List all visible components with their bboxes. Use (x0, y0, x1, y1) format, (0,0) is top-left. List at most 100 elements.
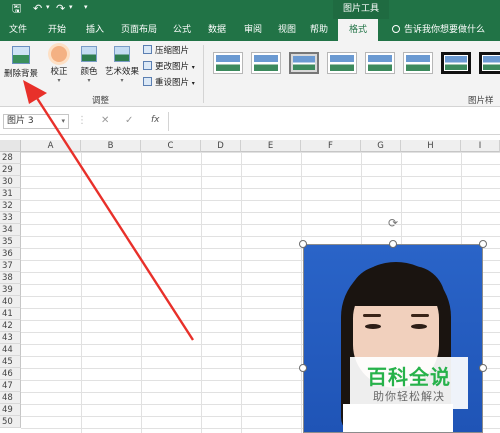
chevron-down-icon[interactable]: ▾ (61, 115, 65, 128)
ribbon-tabs: 文件 开始 插入 页面布局 公式 数据 审阅 视图 帮助 格式 告诉我你想要做什… (0, 19, 500, 41)
resize-handle[interactable] (299, 364, 307, 372)
name-box[interactable]: 图片 3 ▾ (3, 114, 69, 129)
customize-toolbar-icon[interactable]: ▾ (84, 3, 88, 11)
worksheet-grid[interactable]: A B C D E F G H I 28 29 30 31 32 33 34 3… (0, 140, 500, 433)
tab-help[interactable]: 帮助 (302, 19, 336, 41)
row-header[interactable]: 38 (0, 272, 21, 284)
search-icon (392, 25, 400, 33)
undo-dropdown-icon[interactable]: ▾ (46, 3, 50, 11)
column-header-f[interactable]: F (301, 140, 361, 152)
cancel-icon[interactable]: ✕ (101, 115, 109, 126)
tab-insert[interactable]: 插入 (78, 19, 112, 41)
row-header[interactable]: 34 (0, 224, 21, 236)
resize-handle[interactable] (389, 240, 397, 248)
corrections-button[interactable]: 校正 ▾ (44, 46, 74, 84)
tab-formulas[interactable]: 公式 (165, 19, 199, 41)
row-header[interactable]: 30 (0, 176, 21, 188)
bangs (349, 266, 445, 306)
column-header-b[interactable]: B (81, 140, 141, 152)
column-header-d[interactable]: D (201, 140, 241, 152)
picture-style-1[interactable] (213, 52, 243, 74)
redo-icon[interactable]: ↷ (56, 2, 65, 16)
tell-me-search[interactable]: 告诉我你想要做什么 (392, 19, 485, 41)
color-label: 颜色 (80, 67, 98, 77)
row-header[interactable]: 45 (0, 356, 21, 368)
tab-view[interactable]: 视图 (270, 19, 304, 41)
resize-handle[interactable] (479, 240, 487, 248)
picture-style-2[interactable] (251, 52, 281, 74)
grid-line (141, 152, 142, 433)
insert-function-icon[interactable]: fx (151, 115, 160, 125)
adjust-group-label: 调整 (92, 96, 110, 106)
corrections-label: 校正 (50, 67, 68, 77)
reset-picture-button[interactable]: 重设图片 ▾ (143, 77, 195, 90)
column-header-g[interactable]: G (361, 140, 401, 152)
row-header[interactable]: 28 (0, 152, 21, 164)
row-header[interactable]: 33 (0, 212, 21, 224)
group-divider (203, 45, 204, 103)
tab-format[interactable]: 格式 (338, 19, 378, 41)
column-header-c[interactable]: C (141, 140, 201, 152)
rotate-handle-icon[interactable]: ⟳ (386, 217, 400, 231)
picture-style-6[interactable] (403, 52, 433, 74)
row-header[interactable]: 49 (0, 404, 21, 416)
title-bar: 🖫 ↶ ▾ ↷ ▾ ▾ 图片工具 (0, 0, 500, 19)
resize-handle[interactable] (479, 364, 487, 372)
compress-pictures-label: 压缩图片 (155, 46, 190, 56)
row-header[interactable]: 31 (0, 188, 21, 200)
sun-icon (51, 46, 67, 62)
eye (411, 324, 427, 329)
tab-page-layout[interactable]: 页面布局 (114, 19, 164, 41)
change-picture-button[interactable]: 更改图片 ▾ (143, 61, 195, 74)
row-header[interactable]: 32 (0, 200, 21, 212)
tab-review[interactable]: 审阅 (236, 19, 270, 41)
column-header-e[interactable]: E (241, 140, 301, 152)
tab-data[interactable]: 数据 (200, 19, 234, 41)
resize-handle[interactable] (299, 240, 307, 248)
chevron-down-icon: ▾ (57, 77, 61, 84)
reset-picture-icon (143, 77, 152, 86)
grid-line (241, 152, 242, 433)
picture-style-5[interactable] (365, 52, 395, 74)
picture-style-4[interactable] (327, 52, 357, 74)
redo-dropdown-icon[interactable]: ▾ (69, 3, 73, 11)
row-header[interactable]: 36 (0, 248, 21, 260)
watermark-subtitle: 助你轻松解决 (373, 390, 445, 403)
chevron-down-icon: ▾ (120, 77, 124, 84)
tab-home[interactable]: 开始 (40, 19, 74, 41)
formula-bar: 图片 3 ▾ ⋮ ✕ ✓ fx (0, 107, 500, 135)
row-header[interactable]: 37 (0, 260, 21, 272)
formula-input[interactable] (168, 112, 500, 131)
row-header[interactable]: 35 (0, 236, 21, 248)
row-header[interactable]: 48 (0, 392, 21, 404)
column-header-a[interactable]: A (21, 140, 81, 152)
eye (365, 324, 381, 329)
picture-style-3[interactable] (289, 52, 319, 74)
row-header[interactable]: 50 (0, 416, 21, 428)
row-header[interactable]: 44 (0, 344, 21, 356)
remove-background-button[interactable]: 删除背景 (2, 46, 40, 79)
row-header[interactable]: 29 (0, 164, 21, 176)
artistic-effects-button[interactable]: 艺术效果 ▾ (102, 46, 142, 84)
enter-icon[interactable]: ✓ (125, 115, 133, 126)
select-all-corner[interactable] (0, 140, 21, 152)
picture-style-8[interactable] (479, 52, 500, 74)
undo-icon[interactable]: ↶ (33, 2, 42, 16)
row-header[interactable]: 40 (0, 296, 21, 308)
artistic-effects-icon (114, 46, 130, 62)
compress-pictures-button[interactable]: 压缩图片 (143, 45, 189, 58)
column-header-i[interactable]: I (461, 140, 500, 152)
row-header[interactable]: 47 (0, 380, 21, 392)
chevron-down-icon: ▾ (191, 80, 195, 87)
save-icon[interactable]: 🖫 (12, 2, 21, 16)
row-header[interactable]: 42 (0, 320, 21, 332)
chevron-down-icon: ▾ (191, 64, 195, 71)
tab-file[interactable]: 文件 (2, 19, 34, 41)
color-button[interactable]: 颜色 ▾ (76, 46, 102, 84)
picture-style-7[interactable] (441, 52, 471, 74)
row-header[interactable]: 46 (0, 368, 21, 380)
row-header[interactable]: 39 (0, 284, 21, 296)
row-header[interactable]: 41 (0, 308, 21, 320)
column-header-h[interactable]: H (401, 140, 461, 152)
row-header[interactable]: 43 (0, 332, 21, 344)
